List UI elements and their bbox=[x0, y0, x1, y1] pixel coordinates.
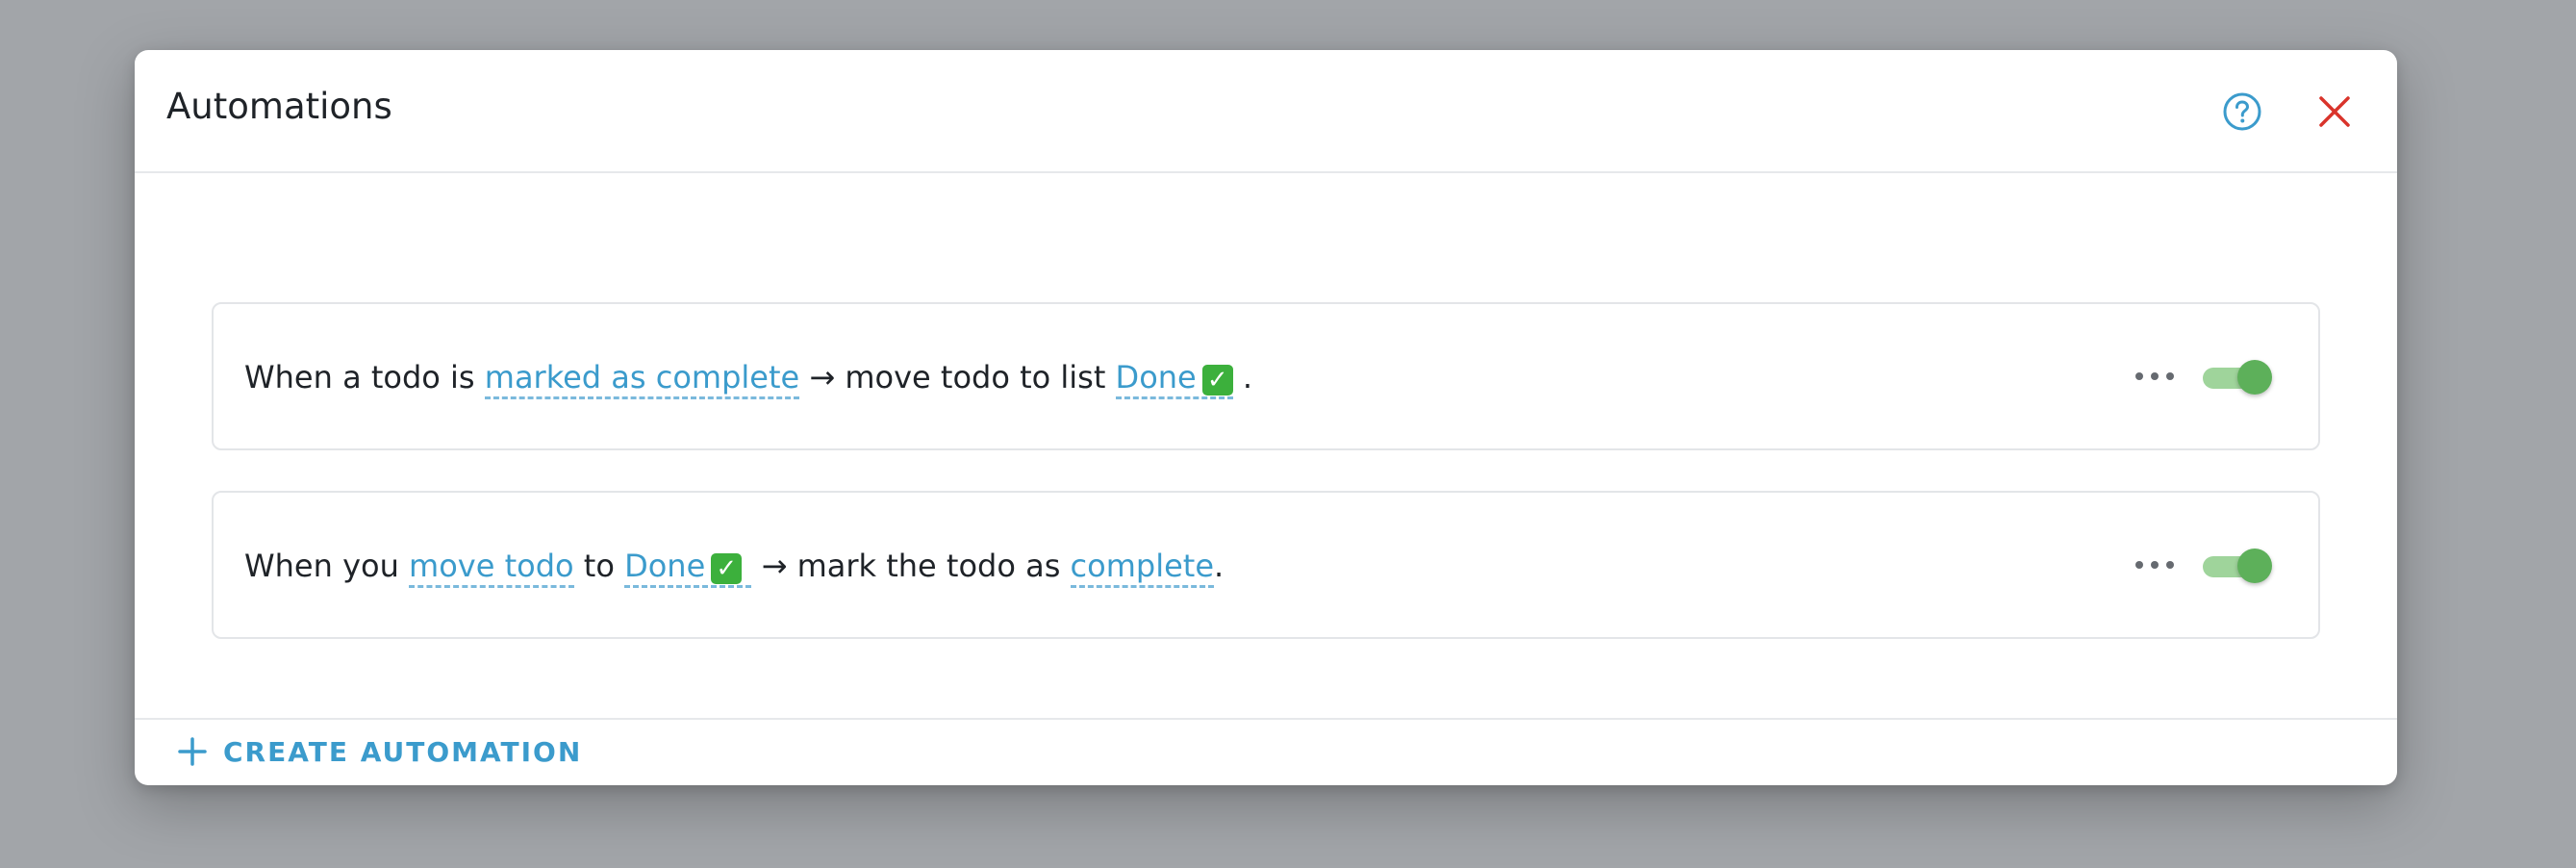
target-list-link[interactable]: Done ✓ bbox=[624, 548, 752, 588]
target-list-label: Done bbox=[1115, 359, 1197, 396]
check-mark-icon: ✓ bbox=[1201, 365, 1233, 396]
help-icon[interactable] bbox=[2222, 91, 2262, 132]
rule-enabled-toggle[interactable] bbox=[2201, 547, 2274, 585]
more-options-icon[interactable] bbox=[2132, 550, 2178, 579]
dialog-header: Automations bbox=[135, 50, 2397, 173]
create-automation-label: CREATE AUTOMATION bbox=[223, 735, 583, 768]
automations-dialog: Automations When a todo is marked as com… bbox=[135, 50, 2397, 785]
check-mark-icon: ✓ bbox=[711, 553, 743, 584]
create-automation-button[interactable]: CREATE AUTOMATION bbox=[177, 720, 582, 783]
action-link[interactable]: complete bbox=[1070, 548, 1215, 588]
target-list-link[interactable]: Done ✓ bbox=[1115, 359, 1233, 399]
rule-text-segment: to bbox=[573, 548, 625, 584]
dialog-title: Automations bbox=[166, 86, 392, 127]
dialog-footer: CREATE AUTOMATION bbox=[135, 718, 2397, 785]
rule-enabled-toggle[interactable] bbox=[2201, 358, 2274, 396]
plus-icon bbox=[178, 737, 207, 766]
automation-rule-card: When a todo is marked as complete → move… bbox=[212, 302, 2320, 450]
rule-text-segment: → mark the todo as bbox=[751, 548, 1071, 584]
close-icon[interactable] bbox=[2314, 91, 2355, 132]
trigger-link[interactable]: marked as complete bbox=[484, 359, 800, 399]
rule-text-segment: . bbox=[1242, 359, 1253, 396]
rule-text-segment: When you bbox=[244, 548, 410, 584]
toggle-knob bbox=[2237, 549, 2272, 583]
rule-text-segment: → move todo to list bbox=[799, 359, 1116, 396]
target-list-label: Done bbox=[624, 548, 706, 584]
automation-rule-text: When you move todo to Done ✓ → mark the t… bbox=[244, 547, 1225, 588]
more-options-icon[interactable] bbox=[2132, 362, 2178, 391]
rule-text-segment: When a todo is bbox=[244, 359, 485, 396]
rule-text-segment bbox=[1233, 359, 1243, 396]
rule-text-segment: . bbox=[1214, 548, 1225, 584]
automation-rule-card: When you move todo to Done ✓ → mark the t… bbox=[212, 491, 2320, 639]
toggle-knob bbox=[2237, 360, 2272, 395]
dialog-body: When a todo is marked as complete → move… bbox=[135, 173, 2397, 718]
trigger-link[interactable]: move todo bbox=[409, 548, 574, 588]
automation-rule-text: When a todo is marked as complete → move… bbox=[244, 358, 1253, 399]
